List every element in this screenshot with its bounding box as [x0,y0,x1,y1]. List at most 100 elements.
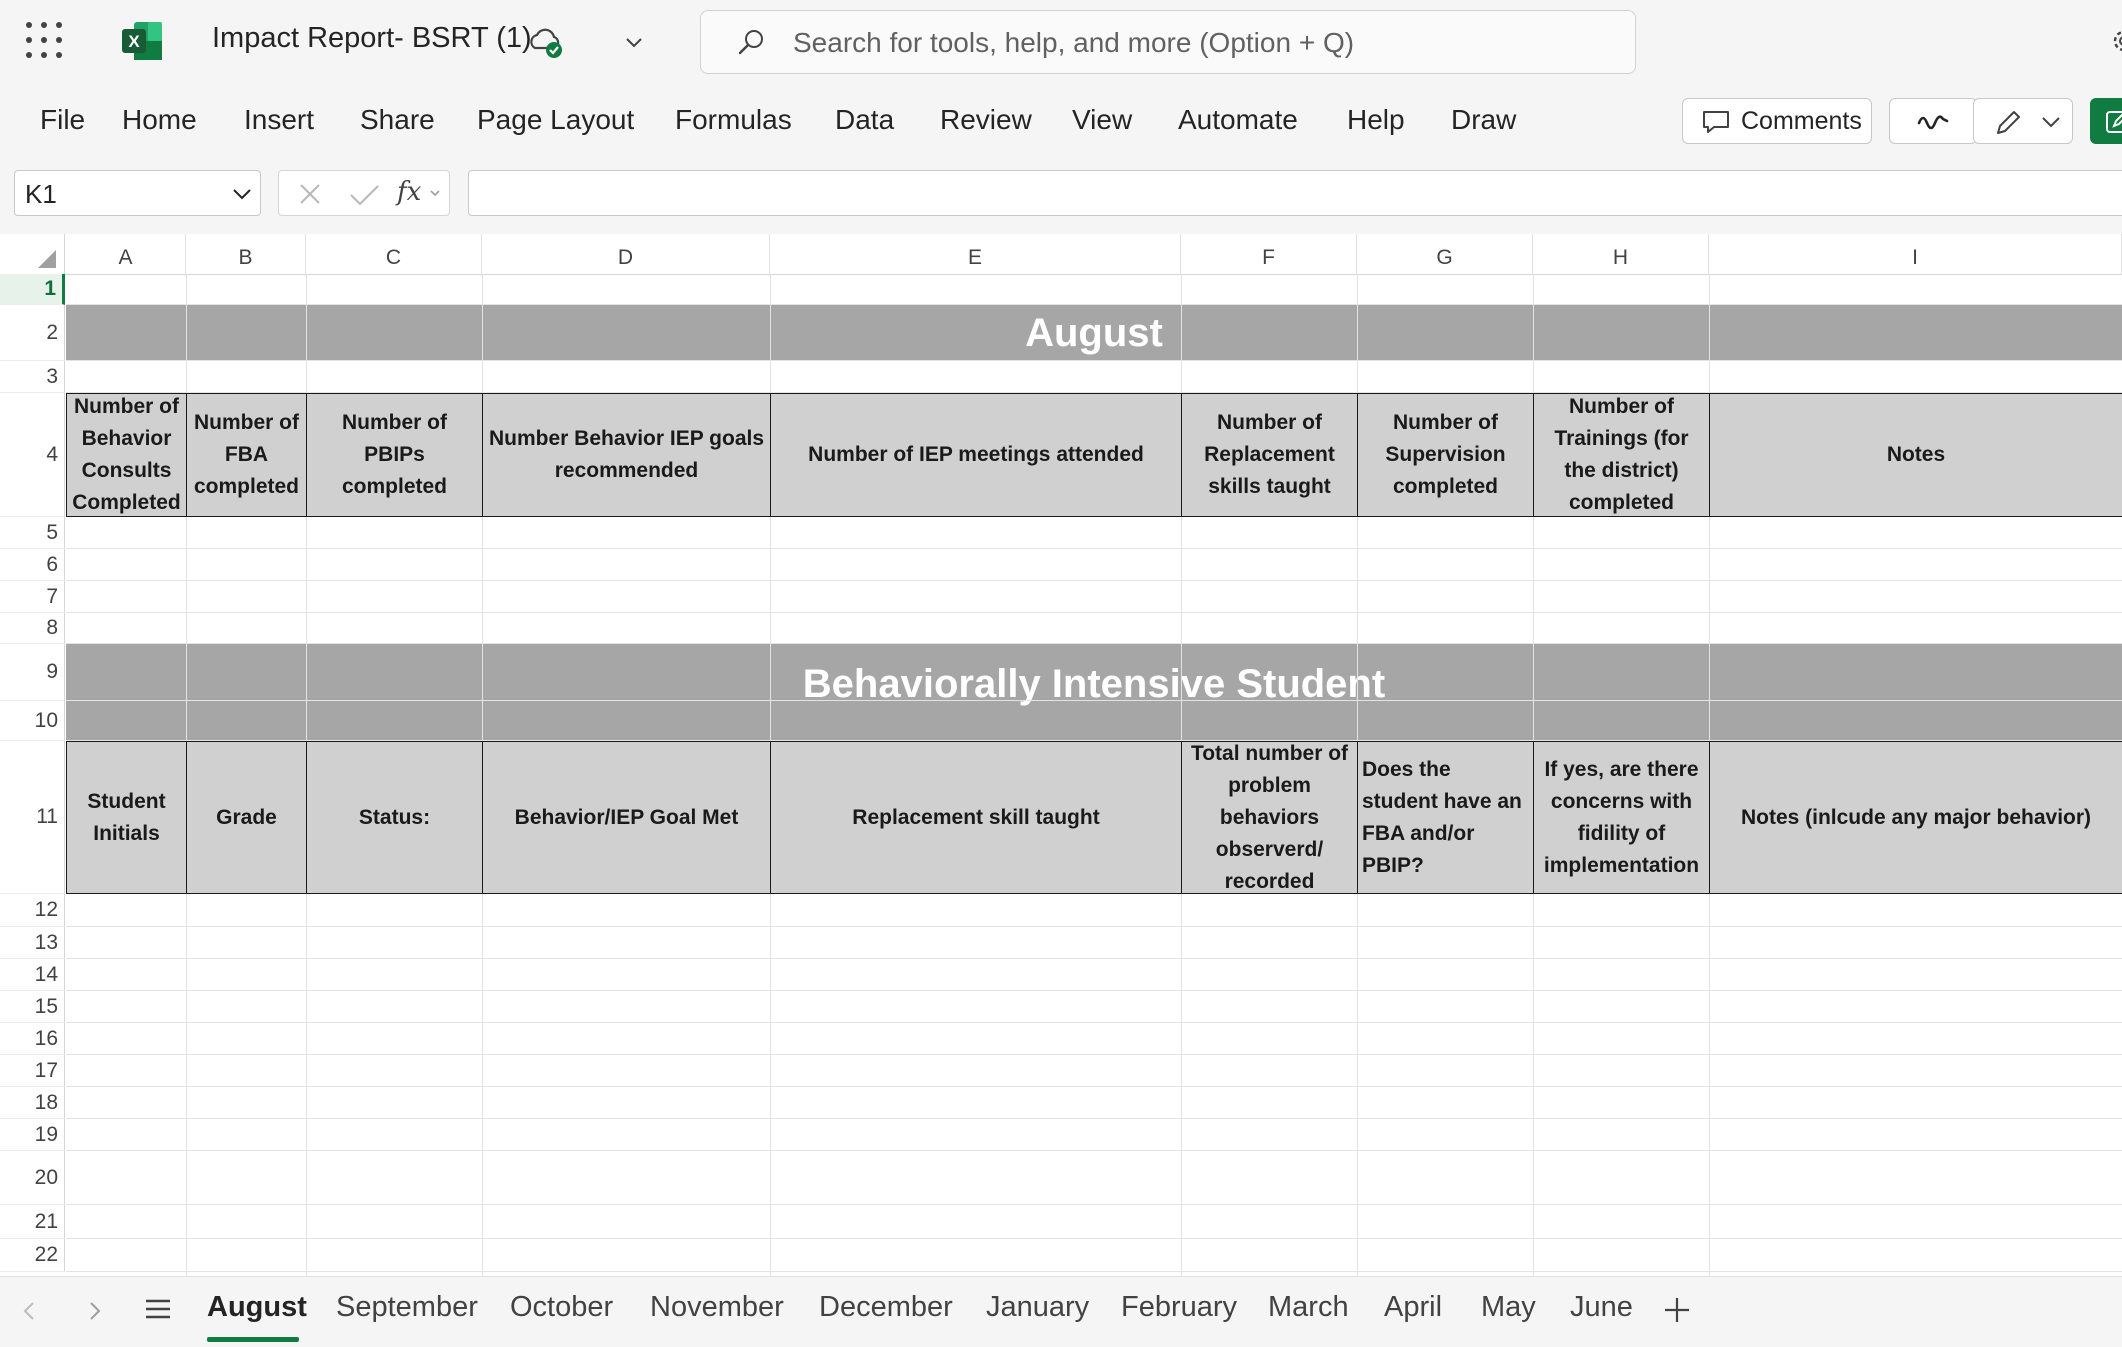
active-tab-indicator [207,1337,299,1342]
row-header-5[interactable]: 5 [0,517,65,549]
menu-home[interactable]: Home [122,104,197,136]
row-header-19[interactable]: 19 [0,1119,65,1151]
row-header-2[interactable]: 2 [0,305,65,361]
summary-header-cell-a[interactable]: Number of Behavior Consults Completed [66,393,187,517]
menu-data[interactable]: Data [835,104,894,136]
summary-header-cell-g[interactable]: Number of Supervision completed [1357,393,1534,517]
row-header-11[interactable]: 11 [0,741,65,894]
row-header-1[interactable]: 1 [0,274,65,305]
row-header-9[interactable]: 9 [0,644,65,701]
column-header-c[interactable]: C [306,234,482,274]
column-header-f[interactable]: F [1181,234,1357,274]
sheet-tab-november[interactable]: November [650,1291,784,1324]
confirm-check-icon[interactable] [347,179,381,209]
student-header-cell-a[interactable]: Student Initials [66,741,187,894]
summary-header-cell-f[interactable]: Number of Replacement skills taught [1181,393,1358,517]
student-header-cell-e[interactable]: Replacement skill taught [770,741,1182,894]
sheet-tab-february[interactable]: February [1121,1291,1237,1324]
row-header-8[interactable]: 8 [0,613,65,644]
summary-header-cell-b[interactable]: Number of FBA completed [186,393,307,517]
row-header-6[interactable]: 6 [0,549,65,581]
comments-label: Comments [1741,107,1862,135]
document-title[interactable]: Impact Report- BSRT (1) [212,22,532,55]
sheet-tab-april[interactable]: April [1384,1291,1442,1324]
summary-header-cell-e[interactable]: Number of IEP meetings attended [770,393,1182,517]
row-header-18[interactable]: 18 [0,1087,65,1119]
edit-in-app-button[interactable] [2090,98,2122,144]
comments-button[interactable]: Comments [1682,98,1872,144]
menu-view[interactable]: View [1072,104,1132,136]
app-launcher-icon[interactable] [26,22,62,58]
row-header-13[interactable]: 13 [0,927,65,959]
menu-share[interactable]: Share [360,104,435,136]
editing-mode-button[interactable] [1973,98,2073,144]
insert-function-icon[interactable]: fx [397,177,421,207]
row-header-10[interactable]: 10 [0,701,65,741]
formula-input[interactable] [468,170,2122,216]
row-header-21[interactable]: 21 [0,1205,65,1239]
cancel-icon[interactable] [295,179,325,209]
sheet-tab-october[interactable]: October [510,1291,613,1324]
sheet-tab-june[interactable]: June [1570,1291,1633,1324]
menu-review[interactable]: Review [940,104,1032,136]
name-box[interactable]: K1 [14,170,261,216]
column-header-d[interactable]: D [482,234,770,274]
summary-header-cell-i[interactable]: Notes [1709,393,2122,517]
student-header-cell-b[interactable]: Grade [186,741,307,894]
menu-formulas[interactable]: Formulas [675,104,792,136]
row-header-16[interactable]: 16 [0,1023,65,1055]
summary-header-cell-h[interactable]: Number of Trainings (for the district) c… [1533,393,1710,517]
activity-button[interactable] [1889,98,1977,144]
sheet-tab-september[interactable]: September [336,1291,478,1324]
menu-page-layout[interactable]: Page Layout [477,104,634,136]
student-header-cell-g[interactable]: Does the student have an FBA and/or PBIP… [1357,741,1534,894]
student-header-cell-d[interactable]: Behavior/IEP Goal Met [482,741,771,894]
cloud-saved-icon[interactable] [525,24,565,60]
summary-header-cell-c[interactable]: Number of PBIPs completed [306,393,483,517]
student-header-cell-i[interactable]: Notes (inlcude any major behavior) [1709,741,2122,894]
row-header-14[interactable]: 14 [0,959,65,991]
sheet-tab-may[interactable]: May [1481,1291,1536,1324]
chevron-down-icon[interactable] [230,183,254,205]
student-section-banner[interactable]: Behaviorally Intensive Student [66,644,2122,741]
sheet-tab-march[interactable]: March [1268,1291,1349,1324]
chevron-right-icon[interactable] [82,1299,106,1323]
row-header-22[interactable]: 22 [0,1239,65,1272]
chevron-down-icon[interactable] [622,30,646,54]
sheet-tab-january[interactable]: January [986,1291,1089,1324]
settings-icon[interactable] [2108,24,2122,58]
add-sheet-icon[interactable] [1662,1295,1692,1325]
column-header-b[interactable]: B [186,234,306,274]
menu-automate[interactable]: Automate [1178,104,1298,136]
row-header-15[interactable]: 15 [0,991,65,1023]
column-header-i[interactable]: I [1709,234,2122,274]
search-box[interactable] [700,10,1636,74]
month-banner[interactable]: August [66,305,2122,361]
menu-draw[interactable]: Draw [1451,104,1516,136]
column-header-e[interactable]: E [770,234,1181,274]
row-header-3[interactable]: 3 [0,361,65,393]
student-header-cell-f[interactable]: Total number of problem behaviors observ… [1181,741,1358,894]
all-sheets-menu-icon[interactable] [144,1295,172,1323]
menu-file[interactable]: File [40,104,85,136]
row-header-7[interactable]: 7 [0,581,65,613]
summary-header-cell-d[interactable]: Number Behavior IEP goals recommended [482,393,771,517]
column-header-g[interactable]: G [1357,234,1533,274]
student-header-cell-c[interactable]: Status: [306,741,483,894]
row-header-20[interactable]: 20 [0,1151,65,1205]
row-header-12[interactable]: 12 [0,894,65,927]
row-header-4[interactable]: 4 [0,393,65,517]
row-header-17[interactable]: 17 [0,1055,65,1087]
spreadsheet-grid[interactable]: ABCDEFGHI August Behaviorally Intensive … [0,234,2122,1276]
select-all-corner[interactable] [0,234,65,274]
menu-help[interactable]: Help [1347,104,1405,136]
sheet-tab-december[interactable]: December [819,1291,953,1324]
column-header-h[interactable]: H [1533,234,1709,274]
chevron-left-icon[interactable] [18,1299,42,1323]
column-header-a[interactable]: A [66,234,186,274]
sheet-tab-august[interactable]: August [207,1291,307,1324]
chevron-down-icon[interactable] [429,189,441,199]
menu-insert[interactable]: Insert [244,104,314,136]
search-input[interactable] [791,19,1615,67]
student-header-cell-h[interactable]: If yes, are there concerns with fidility… [1533,741,1710,894]
